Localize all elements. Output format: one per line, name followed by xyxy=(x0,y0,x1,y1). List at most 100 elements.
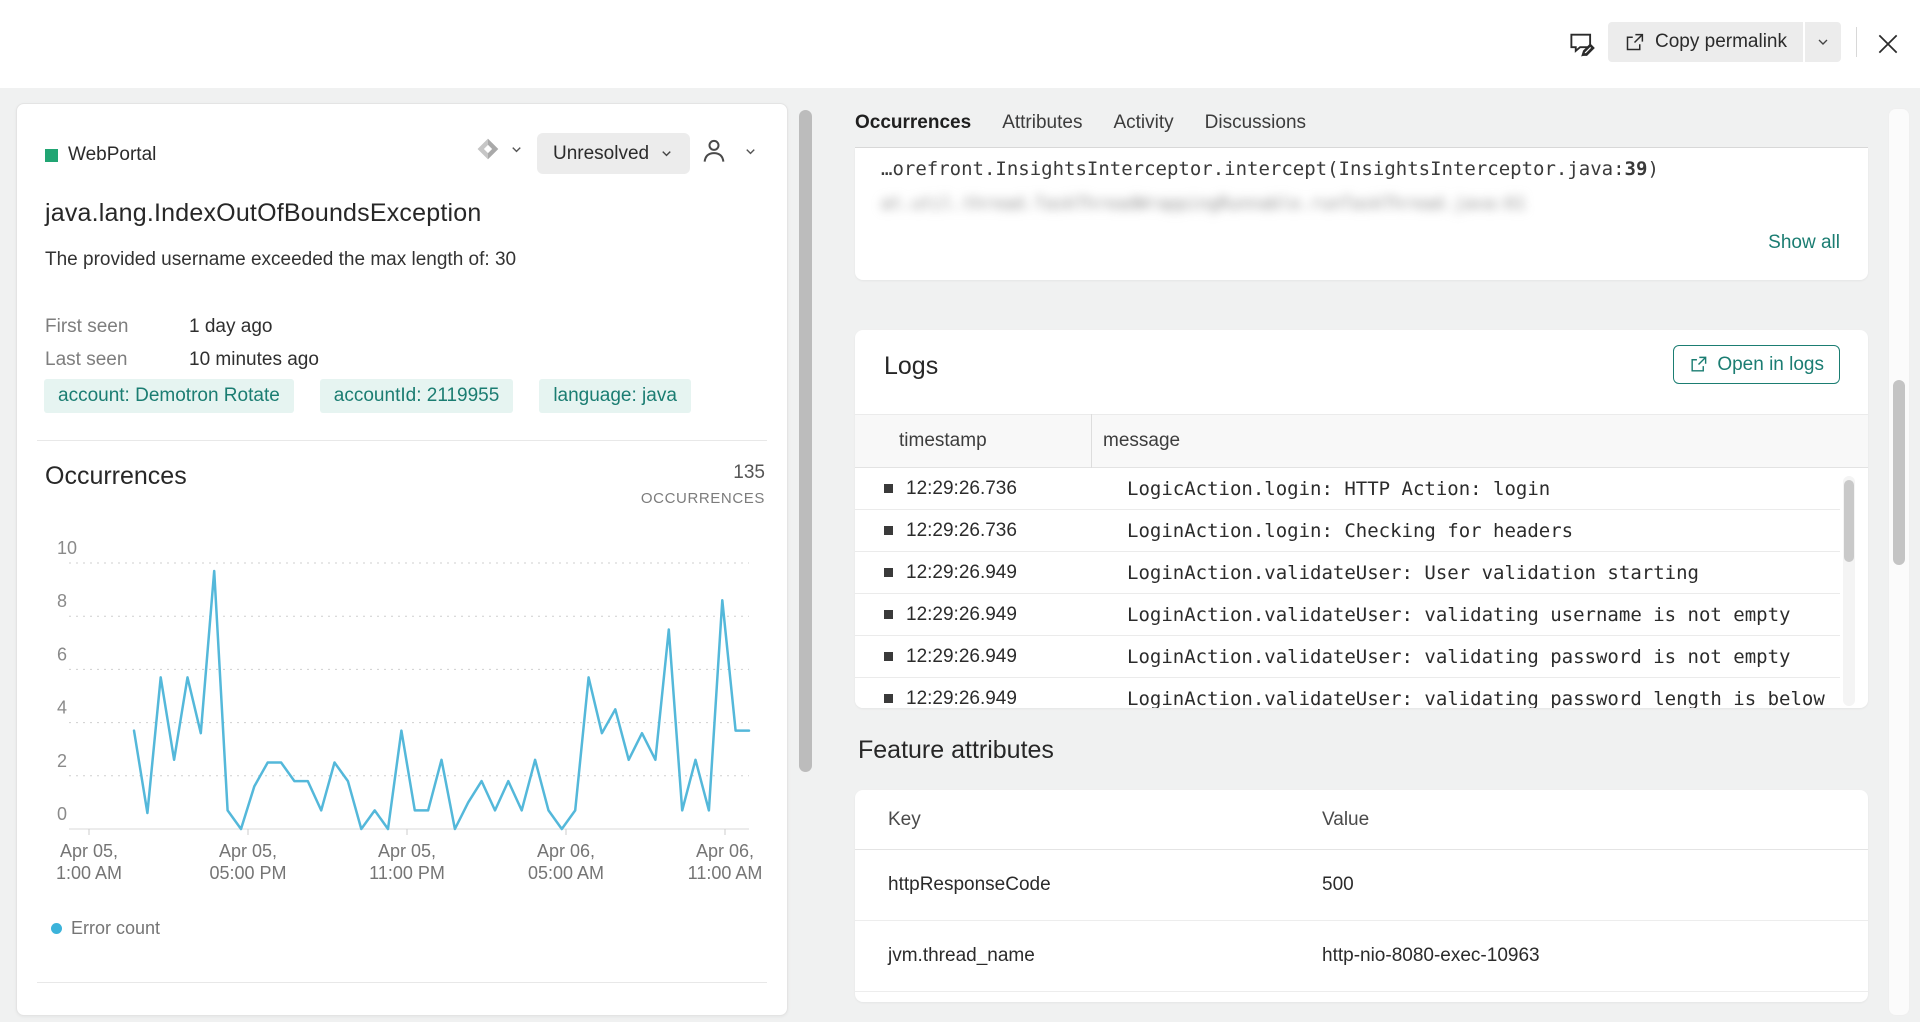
chart-legend: Error count xyxy=(51,918,160,939)
attribute-value: http-nio-8080-exec-10963 xyxy=(1322,945,1540,967)
legend-label: Error count xyxy=(71,918,160,939)
panel-scrollbar[interactable] xyxy=(799,110,812,772)
log-level-icon xyxy=(884,610,893,619)
service-name: WebPortal xyxy=(68,144,156,166)
copy-permalink-label: Copy permalink xyxy=(1655,31,1787,53)
issue-summary-card: WebPortal Unresolved java.lang.IndexOutO… xyxy=(16,103,788,1016)
service-row: WebPortal xyxy=(45,144,156,166)
log-row[interactable]: 12:29:26.949 LoginAction.validateUser: va… xyxy=(855,594,1840,636)
logs-column-timestamp: timestamp xyxy=(899,430,987,452)
assignee-selector[interactable] xyxy=(699,135,758,167)
feature-attributes-card: Key Value httpResponseCode500 jvm.thread_… xyxy=(855,790,1868,1002)
stack-trace-line: …orefront.InsightsInterceptor.intercept(… xyxy=(881,158,1659,180)
svg-text:05:00 AM: 05:00 AM xyxy=(528,863,604,883)
tab-attributes[interactable]: Attributes xyxy=(1002,112,1082,147)
log-message: LogicAction.login: HTTP Action: login xyxy=(1127,478,1550,500)
feature-attribute-row: jvm.thread_namehttp-nio-8080-exec-10963 xyxy=(855,921,1868,992)
log-level-icon xyxy=(884,694,893,703)
priority-selector[interactable] xyxy=(475,136,524,162)
chevron-down-icon xyxy=(1815,34,1831,50)
svg-text:05:00 PM: 05:00 PM xyxy=(209,863,286,883)
log-timestamp: 12:29:26.949 xyxy=(906,604,1071,626)
attribute-key: httpResponseCode xyxy=(888,874,1322,896)
log-row[interactable]: 12:29:26.736 LogicAction.login: HTTP Acti… xyxy=(855,468,1840,510)
issue-tag[interactable]: language: java xyxy=(539,379,691,413)
tab-occurrences[interactable]: Occurrences xyxy=(855,112,971,147)
log-row[interactable]: 12:29:26.949LoginAction.validateUser: Us… xyxy=(855,552,1840,594)
tab-activity[interactable]: Activity xyxy=(1113,112,1173,147)
copy-permalink-dropdown[interactable] xyxy=(1805,22,1841,62)
copy-permalink-button[interactable]: Copy permalink xyxy=(1608,22,1803,62)
feedback-icon[interactable] xyxy=(1562,24,1602,64)
user-icon xyxy=(699,135,729,167)
legend-dot-icon xyxy=(51,923,62,934)
status-dropdown[interactable]: Unresolved xyxy=(537,133,690,174)
error-detail-panel: Copy permalink WebPortal xyxy=(0,0,1920,1022)
log-message: LoginAction.validateUser: validating use… xyxy=(1127,604,1790,626)
first-seen-value: 1 day ago xyxy=(189,310,272,343)
svg-text:2: 2 xyxy=(57,751,67,771)
svg-text:8: 8 xyxy=(57,591,67,611)
first-seen-row: First seen 1 day ago xyxy=(45,310,319,343)
tags-row: account: Demotron Rotate accountId: 21199… xyxy=(44,379,691,413)
divider xyxy=(37,982,767,983)
divider xyxy=(37,440,767,441)
occurrences-chart: 0246810Apr 05,1:00 AMApr 05,05:00 PMApr … xyxy=(49,539,765,889)
show-all-link[interactable]: Show all xyxy=(1768,232,1840,254)
logs-rows: 12:29:26.736 LogicAction.login: HTTP Acti… xyxy=(855,468,1840,708)
svg-text:10: 10 xyxy=(57,539,77,558)
svg-text:6: 6 xyxy=(57,644,67,664)
svg-text:Apr 05,: Apr 05, xyxy=(378,841,436,861)
attribute-value: 500 xyxy=(1322,874,1354,896)
occurrences-count-label: OCCURRENCES xyxy=(641,490,765,507)
stack-frame-text: …orefront.InsightsInterceptor.intercept(… xyxy=(881,158,1625,180)
svg-text:Apr 06,: Apr 06, xyxy=(537,841,595,861)
feature-attributes-rows: httpResponseCode500 jvm.thread_namehttp-n… xyxy=(855,850,1868,992)
logs-scrollbar[interactable] xyxy=(1844,480,1854,562)
svg-text:0: 0 xyxy=(57,804,67,824)
tab-discussions[interactable]: Discussions xyxy=(1205,112,1306,147)
attr-column-value: Value xyxy=(1322,809,1369,831)
stack-frame-text-end: ) xyxy=(1647,158,1658,180)
occurrences-count: 135 xyxy=(641,462,765,484)
topbar-divider xyxy=(1856,27,1857,57)
log-timestamp: 12:29:26.949 xyxy=(906,646,1071,668)
copy-permalink-group: Copy permalink xyxy=(1608,22,1841,62)
logs-table-header: timestamp message xyxy=(855,414,1868,468)
log-level-icon xyxy=(884,652,893,661)
close-icon[interactable] xyxy=(1868,24,1908,64)
log-row[interactable]: 12:29:26.736LoginAction.login: Checking … xyxy=(855,510,1840,552)
svg-text:1:00 AM: 1:00 AM xyxy=(56,863,122,883)
log-timestamp: 12:29:26.949 xyxy=(906,688,1071,709)
open-in-logs-label: Open in logs xyxy=(1717,354,1824,376)
log-row[interactable]: 12:29:26.949LoginAction.validateUser: va… xyxy=(855,636,1840,678)
stack-trace-card: …orefront.InsightsInterceptor.intercept(… xyxy=(855,148,1868,280)
last-seen-label: Last seen xyxy=(45,343,189,376)
attribute-key: jvm.thread_name xyxy=(888,945,1322,967)
priority-diamond-icon xyxy=(475,136,501,162)
svg-text:11:00 AM: 11:00 AM xyxy=(688,863,763,883)
occurrences-count-block: 135 OCCURRENCES xyxy=(641,462,765,507)
feature-attributes-heading: Feature attributes xyxy=(858,736,1054,765)
log-row[interactable]: 12:29:26.949LoginAction.validateUser: va… xyxy=(855,678,1840,708)
stack-frame-line-number: 39 xyxy=(1625,158,1648,180)
log-message: LoginAction.login: Checking for headers xyxy=(1127,520,1573,542)
log-level-icon xyxy=(884,526,893,535)
issue-tag[interactable]: account: Demotron Rotate xyxy=(44,379,294,413)
log-timestamp: 12:29:26.736 xyxy=(906,478,1071,500)
logs-heading: Logs xyxy=(884,352,938,381)
last-seen-value: 10 minutes ago xyxy=(189,343,319,376)
feature-attributes-header-row: Key Value xyxy=(855,790,1868,850)
issue-description: The provided username exceeded the max l… xyxy=(45,249,516,271)
error-count-line xyxy=(134,571,749,829)
issue-tag[interactable]: accountId: 2119955 xyxy=(320,379,514,413)
logs-column-divider xyxy=(1091,414,1092,468)
stack-trace-blurred-line: at.util.thread.TaskThreadWrappingRunnabl… xyxy=(881,194,1526,214)
page-scrollbar[interactable] xyxy=(1893,380,1905,565)
last-seen-row: Last seen 10 minutes ago xyxy=(45,343,319,376)
svg-text:Apr 05,: Apr 05, xyxy=(60,841,118,861)
open-in-logs-button[interactable]: Open in logs xyxy=(1673,345,1840,384)
svg-text:Apr 05,: Apr 05, xyxy=(219,841,277,861)
svg-text:4: 4 xyxy=(57,698,67,718)
permalink-icon xyxy=(1624,32,1645,53)
